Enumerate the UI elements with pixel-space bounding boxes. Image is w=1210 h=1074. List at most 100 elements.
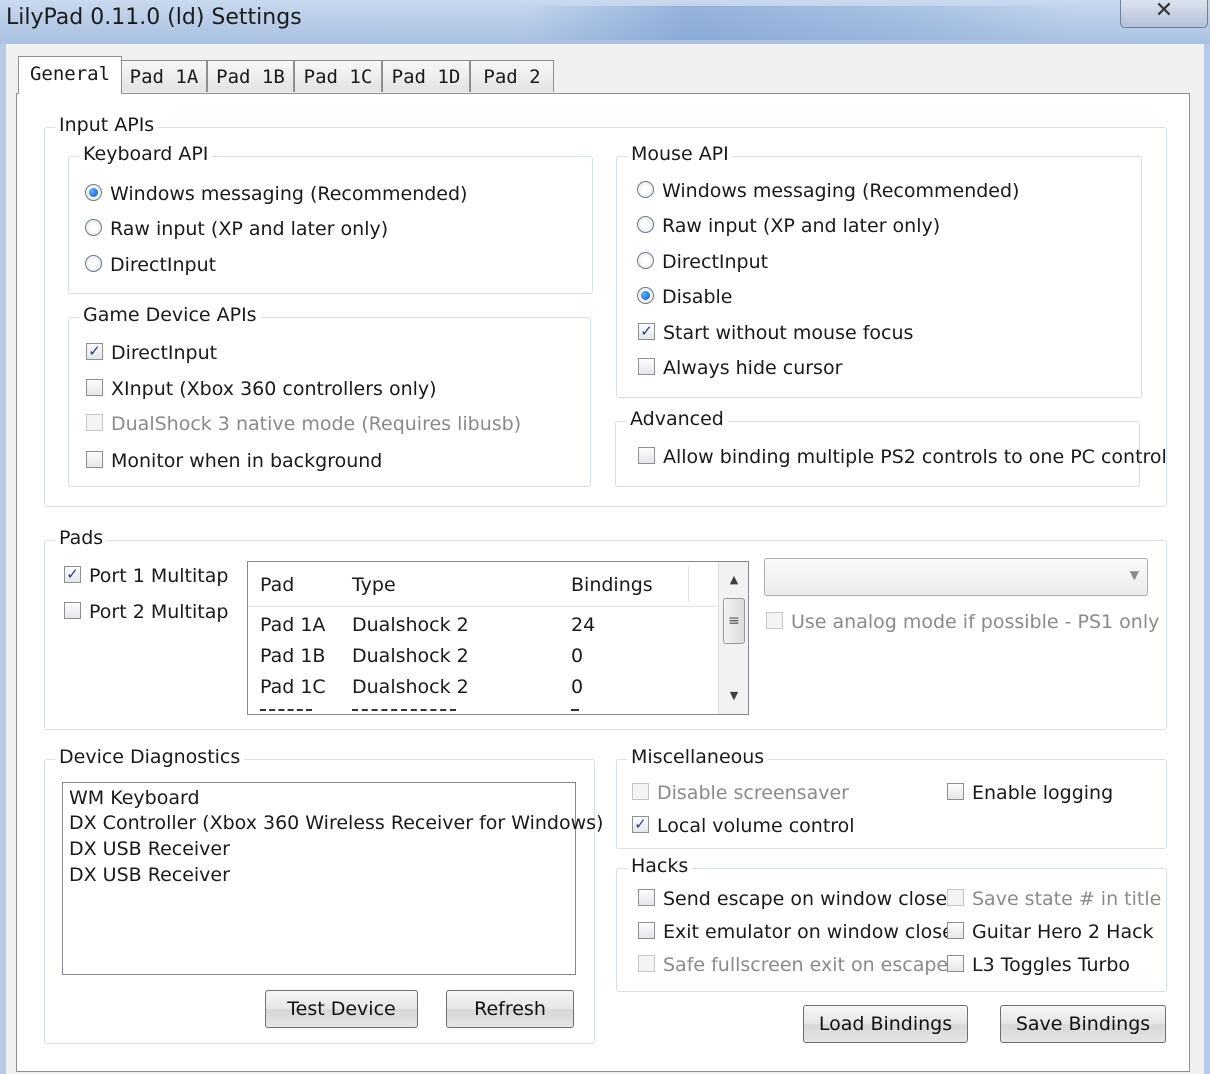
group-label: Miscellaneous [627, 746, 769, 768]
game-device-monitor-background-checkbox[interactable]: Monitor when in background [86, 450, 382, 472]
checkbox-label: L3 Toggles Turbo [972, 954, 1131, 976]
disable-screensaver-checkbox: Disable screensaver [632, 782, 849, 804]
scrollbar-thumb[interactable]: ≡ [723, 598, 745, 644]
refresh-button[interactable]: Refresh [446, 990, 574, 1028]
close-button[interactable]: ✕ [1120, 0, 1208, 28]
window-frame-right [1204, 44, 1210, 1074]
checkbox-icon [638, 955, 655, 972]
checkbox-label: DirectInput [111, 342, 218, 364]
radio-selected-icon [85, 184, 102, 201]
table-cell: Dualshock 2 [352, 676, 469, 698]
clipped-text [352, 709, 456, 714]
start-without-mouse-focus-checkbox[interactable]: ✓ Start without mouse focus [638, 322, 913, 344]
checkbox-label: Port 2 Multitap [89, 601, 229, 623]
mouse-api-raw-input-radio[interactable]: Raw input (XP and later only) [637, 215, 940, 237]
save-bindings-button[interactable]: Save Bindings [1000, 1005, 1166, 1043]
tab-pad-2[interactable]: Pad 2 [470, 60, 554, 92]
checkbox-icon [638, 922, 655, 939]
checkbox-icon [86, 379, 103, 396]
checkbox-icon [638, 447, 655, 464]
local-volume-control-checkbox[interactable]: ✓ Local volume control [632, 815, 855, 837]
group-label: Input APIs [55, 114, 159, 136]
keyboard-api-directinput-radio[interactable]: DirectInput [85, 254, 216, 276]
load-bindings-button[interactable]: Load Bindings [803, 1005, 968, 1043]
column-header-pad[interactable]: Pad [260, 574, 294, 596]
list-item[interactable]: DX USB Receiver [69, 864, 230, 886]
game-device-directinput-checkbox[interactable]: ✓ DirectInput [86, 342, 217, 364]
table-cell: Dualshock 2 [352, 614, 469, 636]
pad-type-dropdown[interactable]: ▼ [764, 558, 1148, 596]
group-label: Game Device APIs [79, 304, 261, 326]
port1-multitap-checkbox[interactable]: ✓ Port 1 Multitap [64, 565, 228, 587]
title-bar-glass [520, 6, 1080, 40]
checkbox-label: Exit emulator on window close [663, 921, 954, 943]
group-label: Pads [55, 527, 108, 549]
checkbox-label: Disable screensaver [657, 782, 849, 804]
chevron-down-icon: ▼ [1129, 568, 1139, 582]
close-icon: ✕ [1154, 0, 1174, 23]
scroll-up-icon[interactable]: ▲ [719, 568, 748, 592]
game-device-xinput-checkbox[interactable]: XInput (Xbox 360 controllers only) [86, 378, 437, 400]
table-cell: Dualshock 2 [352, 645, 469, 667]
pads-list-scrollbar[interactable]: ▲ ≡ ▼ [718, 562, 748, 714]
table-cell: Pad 1C [260, 676, 326, 698]
allow-multiple-bindings-checkbox[interactable]: Allow binding multiple PS2 controls to o… [638, 446, 1167, 468]
checkbox-icon [766, 612, 783, 629]
radio-icon [85, 255, 102, 272]
radio-icon [637, 252, 654, 269]
checkbox-label: Use analog mode if possible - PS1 only [791, 611, 1160, 633]
enable-logging-checkbox[interactable]: Enable logging [947, 782, 1113, 804]
radio-label: Raw input (XP and later only) [662, 215, 941, 237]
checkbox-label: Safe fullscreen exit on escape [663, 954, 949, 976]
checkbox-icon [947, 955, 964, 972]
tab-label: Pad 1C [303, 66, 373, 88]
mouse-api-directinput-radio[interactable]: DirectInput [637, 251, 768, 273]
list-item[interactable]: DX USB Receiver [69, 838, 230, 860]
tab-label: General [29, 63, 111, 85]
checkbox-icon [947, 783, 964, 800]
radio-label: Windows messaging (Recommended) [110, 183, 468, 205]
group-label: Hacks [627, 855, 693, 877]
checkbox-icon [86, 451, 103, 468]
keyboard-api-raw-input-radio[interactable]: Raw input (XP and later only) [85, 218, 388, 240]
column-header-bindings[interactable]: Bindings [571, 574, 653, 596]
checkbox-label: Port 1 Multitap [89, 565, 229, 587]
tab-pad-1d[interactable]: Pad 1D [382, 60, 470, 92]
list-item[interactable]: WM Keyboard [69, 787, 200, 809]
send-escape-on-close-checkbox[interactable]: Send escape on window close [638, 888, 947, 910]
radio-label: DirectInput [110, 254, 217, 276]
group-label: Mouse API [627, 143, 733, 165]
radio-icon [85, 219, 102, 236]
group-label: Device Diagnostics [55, 746, 245, 768]
clipped-text [571, 709, 579, 714]
group-label: Advanced [626, 408, 728, 430]
scroll-down-icon[interactable]: ▼ [719, 684, 748, 708]
column-divider [688, 566, 689, 602]
clipped-text [260, 709, 312, 714]
exit-emulator-on-close-checkbox[interactable]: Exit emulator on window close [638, 921, 954, 943]
l3-toggles-turbo-checkbox[interactable]: L3 Toggles Turbo [947, 954, 1130, 976]
tab-pad-1a[interactable]: Pad 1A [121, 60, 207, 92]
mouse-api-windows-messaging-radio[interactable]: Windows messaging (Recommended) [637, 180, 1019, 202]
title-bar: LilyPad 0.11.0 (ld) Settings ✕ [0, 0, 1210, 44]
pads-list[interactable]: Pad Type Bindings Pad 1A Dualshock 2 24 … [247, 561, 749, 715]
tab-pad-1c[interactable]: Pad 1C [294, 60, 382, 92]
tab-pad-1b[interactable]: Pad 1B [207, 60, 294, 92]
keyboard-api-windows-messaging-radio[interactable]: Windows messaging (Recommended) [85, 183, 467, 205]
table-cell: 0 [571, 645, 584, 667]
radio-icon [637, 216, 654, 233]
tab-general[interactable]: General [18, 56, 122, 94]
radio-selected-icon [637, 287, 654, 304]
device-list[interactable]: WM Keyboard DX Controller (Xbox 360 Wire… [62, 782, 603, 975]
port2-multitap-checkbox[interactable]: Port 2 Multitap [64, 601, 228, 623]
checkbox-icon [86, 414, 103, 431]
column-header-type[interactable]: Type [352, 574, 396, 596]
tab-label: Pad 2 [483, 66, 541, 88]
always-hide-cursor-checkbox[interactable]: Always hide cursor [638, 357, 842, 379]
mouse-api-disable-radio[interactable]: Disable [637, 286, 732, 308]
guitar-hero-2-hack-checkbox[interactable]: Guitar Hero 2 Hack [947, 921, 1154, 943]
test-device-button[interactable]: Test Device [265, 990, 418, 1028]
checkbox-icon [638, 358, 655, 375]
list-item[interactable]: DX Controller (Xbox 360 Wireless Receive… [69, 812, 603, 834]
checkbox-label: Save state # in title [972, 888, 1162, 910]
